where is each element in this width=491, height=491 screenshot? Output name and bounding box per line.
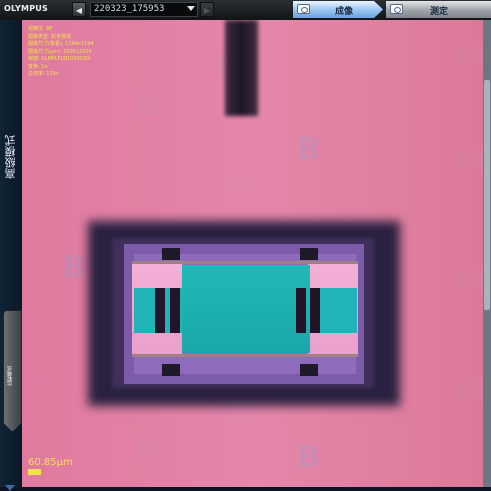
watermark-glyph: B — [297, 440, 320, 475]
advanced-mode-tab[interactable]: 高級模式 — [3, 112, 19, 202]
watermark-glyph: B — [297, 132, 320, 167]
compare-mode-tab[interactable]: 比較模式 — [3, 310, 22, 432]
tab-measure[interactable]: 測定 — [386, 1, 491, 18]
right-slot — [310, 288, 320, 333]
previous-image-button[interactable]: ◀ — [72, 2, 86, 17]
watermark-glyph: M — [217, 170, 247, 205]
info-line-image-type: 图像类型: 彩色视频 — [28, 33, 72, 40]
collapse-arrow-icon[interactable] — [5, 485, 15, 491]
info-line-pixel-size: 图像尺寸(像素): 1194x1194 — [28, 41, 94, 47]
watermark-glyph: B — [137, 430, 160, 465]
tab-image-capture-label: 成像 — [335, 7, 354, 17]
info-line-observation: 观察法: BF — [28, 26, 53, 32]
left-side-panel: 高級模式 比較模式 — [0, 20, 22, 491]
olympus-logo: OLYMPUS — [4, 4, 48, 13]
edge-line — [132, 261, 358, 264]
tab-measure-label: 測定 — [430, 7, 449, 17]
image-file-name: 220323_175953 — [94, 4, 165, 14]
left-slot — [170, 288, 180, 333]
image-file-dropdown[interactable]: 220323_175953 — [90, 2, 198, 17]
scale-bar: 60.85μm — [28, 457, 73, 475]
info-line-total-magnification: 总倍率: 139x — [28, 71, 59, 77]
compare-mode-label: 比較模式 — [7, 366, 13, 386]
camera-icon — [297, 4, 310, 14]
corner-notch — [300, 364, 318, 376]
info-line-zoom: 变焦: 1x — [28, 63, 48, 70]
image-info-overlay: 观察法: BF 图像类型: 彩色视频 图像尺寸(像素): 1194x1194 图… — [28, 26, 94, 79]
info-line-objective: 物镜: XLMPLFLN100XDSX — [28, 56, 91, 62]
right-slot — [296, 288, 306, 333]
viewport-scrollbar[interactable] — [483, 20, 491, 487]
live-image-viewport[interactable]: M M B B M M B M M M B B 观察法: BF 图像类型: 彩色… — [22, 20, 491, 487]
probe-post — [225, 20, 258, 116]
watermark-glyph: B — [62, 250, 85, 285]
corner-notch — [300, 248, 318, 260]
scale-bar-label: 60.85μm — [28, 457, 73, 468]
next-image-button[interactable]: ▶ — [200, 2, 214, 17]
tab-image-capture[interactable]: 成像 — [293, 1, 383, 18]
scale-bar-line — [28, 469, 41, 475]
center-teal-region — [182, 265, 310, 353]
watermark-glyph: B — [137, 90, 160, 125]
left-slot — [155, 288, 165, 333]
measure-icon — [390, 4, 403, 14]
corner-notch — [162, 248, 180, 260]
corner-notch — [162, 364, 180, 376]
info-line-physical-size: 图像尺寸(μm): 2026x2026 — [28, 48, 92, 55]
top-toolbar: OLYMPUS ◀ 220323_175953 ▶ 成像 測定 — [0, 0, 491, 21]
edge-line — [132, 354, 358, 357]
chevron-down-icon — [187, 6, 195, 11]
scrollbar-thumb[interactable] — [484, 80, 490, 310]
